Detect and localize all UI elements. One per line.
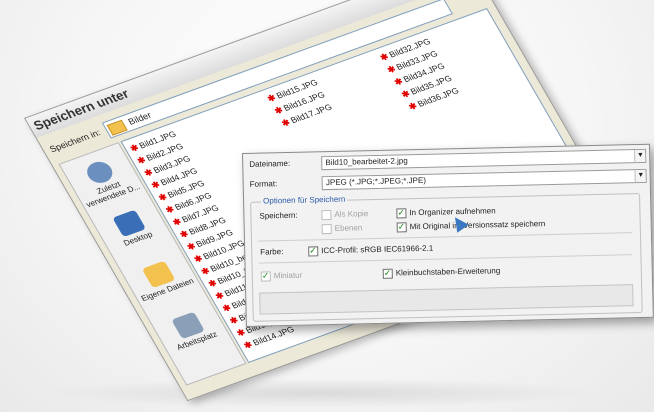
in-organizer-checkbox[interactable]: In Organizer aufnehmen [396,205,496,219]
group-title: Optionen für Speichern [260,194,348,206]
drop-shadow [40,378,600,408]
filename-row: Dateiname: Bild10_bearbeitet-2.jpg ▼ [249,148,647,172]
format-row: Format: JPEG (*.JPG;*.JPEG;*.JPE) ▼ [249,168,648,192]
save-label: Speichern: [259,210,298,221]
checkbox-box [396,222,407,233]
checkbox-box [321,209,332,221]
icc-profile-checkbox[interactable]: ICC-Profil: sRGB IEC61966-2.1 [308,243,433,258]
filename-field[interactable]: Bild10_bearbeitet-2.jpg ▼ [321,148,647,171]
checkbox-box [382,268,393,279]
checkbox-box [321,223,332,235]
color-label: Farbe: [260,247,284,257]
in-organizer-label: In Organizer aufnehmen [409,206,496,218]
lowercase-ext-label: Kleinbuchstaben-Erweiterung [395,266,501,278]
thumbnail-checkbox[interactable]: Miniatur [260,270,303,283]
filename-label: Dateiname: [249,159,291,169]
format-select[interactable]: JPEG (*.JPG;*.JPEG;*.JPE) ▼ [321,168,648,191]
with-original-checkbox[interactable]: Mit Original im Versionssatz speichern [396,218,546,233]
format-label: Format: [249,179,278,189]
checkbox-box [308,246,319,257]
thumbnail-label: Miniatur [273,270,303,281]
look-in-value: Bilder [126,110,154,127]
checkbox-box [396,208,407,219]
place-label: Zuletzt verwendete D... [84,179,142,210]
layers-checkbox[interactable]: Ebenen [321,222,363,235]
chevron-down-icon[interactable]: ▼ [634,169,646,183]
folder-icon [105,119,128,136]
checkbox-box [260,271,271,282]
as-copy-checkbox[interactable]: Als Kopie [321,208,368,221]
layers-label: Ebenen [334,223,363,233]
save-options-group: Optionen für Speichern Speichern: Als Ko… [250,192,643,322]
divider [257,232,632,242]
save-options-panel: Dateiname: Bild10_bearbeitet-2.jpg ▼ For… [242,143,654,327]
format-value: JPEG (*.JPG;*.JPEG;*.JPE) [325,175,427,188]
icc-profile-label: ICC-Profil: sRGB IEC61966-2.1 [321,243,434,256]
lowercase-ext-checkbox[interactable]: Kleinbuchstaben-Erweiterung [382,265,501,280]
empty-options-area [259,284,634,315]
filename-value: Bild10_bearbeitet-2.jpg [325,156,408,168]
chevron-down-icon[interactable]: ▼ [634,149,646,163]
as-copy-label: Als Kopie [334,209,369,219]
with-original-label: Mit Original im Versionssatz speichern [409,219,546,232]
